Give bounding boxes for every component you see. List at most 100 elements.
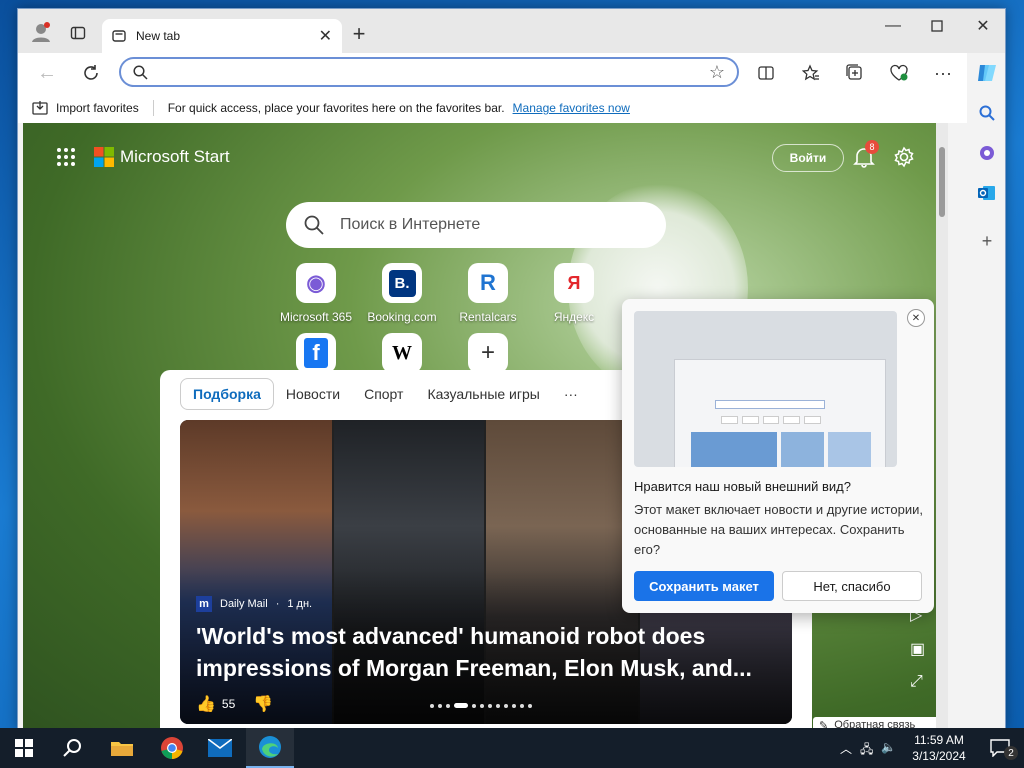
favorites-icon[interactable] [796,58,826,88]
clock-time: 11:59 AM [914,733,964,747]
manage-favorites-link[interactable]: Manage favorites now [513,101,630,115]
tab-title: New tab [136,29,181,43]
add-sidebar-app-icon[interactable]: + [967,221,1005,261]
search-placeholder: Поиск в Интернете [340,216,481,233]
booking-icon: B. [382,263,422,303]
new-tab-page: Microsoft Start Войти 8 Поиск в Интернет… [23,123,948,729]
maximize-button[interactable] [922,11,952,41]
quick-link-wikipedia[interactable]: W [359,333,445,373]
thumbs-up-icon[interactable]: 👍 [196,694,216,714]
quick-link-rentalcars[interactable]: R Rentalcars [445,263,531,324]
tab-casual-games[interactable]: Казуальные игры [415,379,551,409]
rentalcars-icon: R [468,263,508,303]
outlook-icon[interactable] [967,173,1005,213]
page-scrollbar[interactable] [936,123,948,729]
quick-links-row-1: ◉ Microsoft 365 B. Booking.com R Rentalc… [273,263,617,324]
close-window-button[interactable]: ✕ [968,11,998,41]
background-image-icon[interactable]: ▣ [910,639,925,659]
refresh-button[interactable] [76,58,106,88]
tab-more[interactable]: ··· [552,379,590,409]
preview-tiles [721,416,821,424]
profile-icon[interactable] [26,17,56,47]
new-layout-popup: ✕ Нравится наш новый внешний вид? Этот м… [622,299,934,613]
edge-taskbar-icon[interactable] [246,728,294,768]
web-search-box[interactable]: Поиск в Интернете [286,202,666,248]
carousel-dots[interactable] [430,703,532,708]
tab-actions-icon[interactable] [63,18,93,48]
import-favorites-button[interactable]: Import favorites [56,101,139,115]
facebook-icon: f [296,333,336,373]
volume-muted-icon[interactable]: 🔈 [881,740,896,761]
split-screen-icon[interactable] [751,58,781,88]
popup-title: Нравится наш новый внешний вид? [634,479,852,494]
quick-link-facebook[interactable]: f [273,333,359,373]
collections-icon[interactable] [840,58,870,88]
tab-new-tab[interactable]: New tab ✕ [102,19,342,53]
network-icon[interactable]: 🖧 [860,740,873,761]
microsoft-365-sidebar-icon[interactable] [967,133,1005,173]
notification-center-icon[interactable]: 2 [976,728,1024,768]
search-sidebar-icon[interactable] [967,93,1005,133]
preview-window [674,359,886,467]
mail-icon[interactable] [196,728,244,768]
address-input[interactable] [158,63,709,81]
save-layout-button[interactable]: Сохранить макет [634,571,774,601]
chevron-up-icon[interactable]: ︿ [840,740,852,761]
settings-and-more-icon[interactable]: ··· [928,58,958,88]
address-bar[interactable]: ☆ [119,57,739,87]
source-separator: · [275,598,280,610]
chrome-icon[interactable] [148,728,196,768]
brand-name: Microsoft Start [120,147,230,166]
close-popup-icon[interactable]: ✕ [907,309,925,327]
notification-badge: 8 [865,140,879,154]
like-count: 55 [221,697,236,711]
no-thanks-button[interactable]: Нет, спасибо [782,571,922,601]
brand[interactable]: Microsoft Start [94,147,230,167]
new-tab-page-icon [112,30,126,42]
close-tab-icon[interactable]: ✕ [319,26,332,46]
sign-in-button[interactable]: Войти [772,144,844,172]
expand-icon[interactable]: ⤢ [910,673,923,691]
minimize-button[interactable]: — [878,11,908,41]
edge-sidebar: + [967,53,1005,729]
quick-links-row-2: f W + [273,333,531,373]
quick-link-booking[interactable]: B. Booking.com [359,263,445,324]
clock[interactable]: 11:59 AM 3/13/2024 [902,732,976,764]
plus-icon: + [468,333,508,373]
quick-link-microsoft-365[interactable]: ◉ Microsoft 365 [273,263,359,324]
browser-essentials-icon[interactable] [884,58,914,88]
reactions: 👍 55 👎 [196,694,273,714]
title-bar: New tab ✕ + — ✕ [18,9,1005,53]
system-tray: ︿ 🖧 🔈 [840,740,896,761]
tab-news[interactable]: Новости [274,379,352,409]
search-icon [133,64,148,80]
daily-mail-logo-icon: m [196,596,212,612]
new-tab-button[interactable]: + [344,19,374,49]
add-favorite-star-icon[interactable]: ☆ [709,62,725,83]
page-settings-icon[interactable] [893,146,915,171]
apps-launcher-icon[interactable] [56,147,76,170]
microsoft-logo-icon [94,147,114,167]
search-icon [304,215,324,235]
taskbar-search-icon[interactable] [48,728,96,768]
layout-preview-image [634,311,897,467]
tab-sports[interactable]: Спорт [352,379,415,409]
start-button[interactable] [0,728,48,768]
popup-body: Этот макет включает новости и другие ист… [634,502,923,557]
copilot-icon[interactable] [967,53,1005,93]
favorites-hint: For quick access, place your favorites h… [167,101,505,115]
tab-featured[interactable]: Подборка [180,378,274,410]
notifications-icon[interactable]: 8 [853,140,879,171]
back-button[interactable]: ← [32,58,62,88]
add-shortcut-button[interactable]: + [445,333,531,373]
file-explorer-icon[interactable] [98,728,146,768]
tile-label: Booking.com [367,310,437,324]
tile-label: Microsoft 365 [279,310,353,324]
taskbar: ︿ 🖧 🔈 11:59 AM 3/13/2024 2 [0,728,1024,768]
thumbs-down-icon[interactable]: 👎 [253,694,273,714]
wikipedia-icon: W [382,333,422,373]
article-headline[interactable]: 'World's most advanced' humanoid robot d… [196,620,776,684]
quick-link-yandex[interactable]: Я Яндекс [531,263,617,324]
scrollbar-thumb[interactable] [939,147,945,217]
yandex-icon: Я [554,263,594,303]
